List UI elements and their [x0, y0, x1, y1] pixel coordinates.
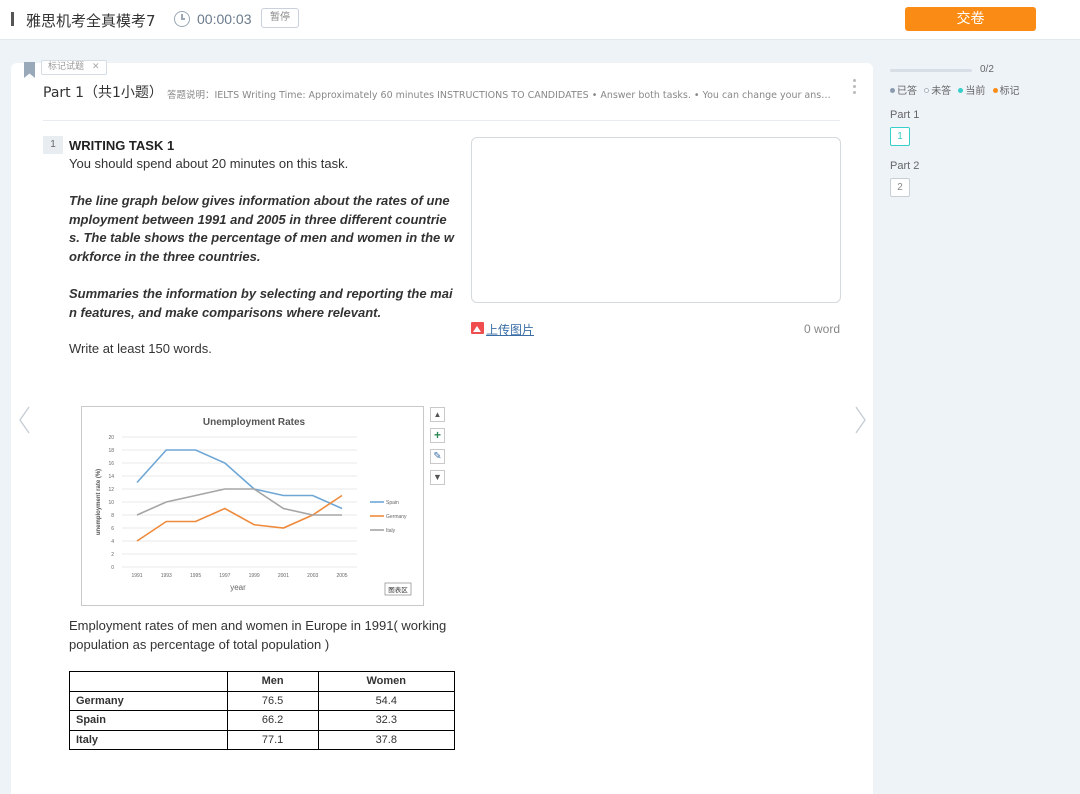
time-note: You should spend about 20 minutes on thi… [69, 156, 349, 171]
legend-label: Germany [386, 514, 407, 520]
table-row: Spain 66.2 32.3 [69, 710, 456, 731]
chart-title: Unemployment Rates [203, 417, 306, 428]
x-tick-label: 2005 [336, 573, 347, 579]
legend-label: Italy [386, 528, 396, 534]
y-tick-label: 12 [108, 487, 114, 493]
word-count: 0 word [803, 322, 840, 336]
question-number: 1 [43, 136, 63, 154]
table-cell-women: 37.8 [317, 729, 456, 750]
table-row: Italy 77.1 37.8 [69, 729, 456, 750]
legend-current-label: 当前 [965, 86, 986, 97]
marked-dot-icon [992, 88, 998, 93]
x-tick-label: 1993 [161, 573, 172, 579]
y-tick-label: 0 [111, 565, 114, 571]
chart-style-brush-icon[interactable]: ✎ [430, 449, 445, 464]
x-axis-label: year [230, 583, 246, 592]
table-cell-men: 77.1 [226, 729, 319, 750]
unanswered-dot-icon [924, 88, 930, 93]
prev-question-arrow[interactable] [17, 405, 33, 435]
legend-answered: 已答 [890, 86, 919, 97]
employment-table: Men Women Germany 76.5 54.4 Spain 66.2 3… [69, 671, 456, 750]
y-tick-label: 14 [108, 474, 114, 480]
y-tick-label: 18 [108, 448, 114, 454]
add-chart-element-icon[interactable]: + [430, 428, 445, 443]
task-title: WRITING TASK 1 [69, 138, 175, 153]
mark-question-label: 标记试题 [48, 62, 85, 72]
chart-filter-icon[interactable]: ▼ [430, 470, 445, 485]
legend-unanswered: 未答 [924, 86, 953, 97]
table-cell-men: 66.2 [226, 710, 319, 731]
answered-dot-icon [890, 88, 895, 93]
next-question-arrow[interactable] [852, 405, 868, 435]
question-nav-1[interactable]: 1 [890, 127, 910, 146]
table-header-row: Men Women [69, 671, 456, 692]
answer-textarea[interactable] [471, 137, 841, 303]
divider [43, 120, 840, 121]
upload-image-link[interactable]: 上传图片 [486, 321, 534, 338]
chart-svg: Unemployment Rates 0 2 4 6 8 10 12 14 16 18 20 1991 1… [96, 417, 412, 596]
legend-label: Spain [386, 500, 399, 506]
min-words-note: Write at least 150 words. [69, 341, 212, 356]
y-tick-label: 4 [111, 539, 114, 545]
title-marker [11, 12, 14, 26]
mark-question-tag[interactable]: 标记试题 ✕ [41, 60, 107, 75]
legend-current: 当前 [958, 86, 987, 97]
task-instruction: Summaries the information by selecting a… [69, 286, 453, 320]
table-header-cell: Women [317, 671, 456, 692]
table-cell-men: 76.5 [226, 690, 319, 711]
top-bar: 雅思机考全真模考7 00:00:03 暂停 交卷 [0, 0, 1080, 40]
clock-icon [174, 11, 190, 27]
series-line-spain [136, 449, 343, 510]
x-tick-label: 1997 [219, 573, 230, 579]
chart-area-label: 图表区 [388, 585, 408, 594]
progress-text: 0/2 [980, 64, 994, 75]
x-tick-label: 1999 [249, 573, 260, 579]
legend-answered-label: 已答 [897, 86, 917, 97]
sidebar-part-label: Part 2 [890, 160, 920, 172]
table-caption: Employment rates of men and women in Eur… [69, 618, 447, 652]
table-header-cell [69, 671, 228, 692]
more-options-icon[interactable] [853, 79, 857, 97]
sidebar-part-label: Part 1 [890, 109, 920, 121]
x-tick-label: 1991 [131, 573, 142, 579]
x-tick-label: 1995 [190, 573, 201, 579]
table-cell-country: Germany [69, 690, 228, 711]
y-tick-label: 10 [108, 500, 114, 506]
image-icon[interactable] [471, 322, 484, 334]
x-tick-label: 2001 [278, 573, 289, 579]
table-cell-women: 32.3 [317, 710, 456, 731]
close-icon[interactable]: ✕ [92, 62, 100, 72]
legend-unanswered-label: 未答 [931, 86, 952, 97]
y-tick-label: 6 [111, 526, 114, 532]
status-legend: 已答 未答 当前 标记 [890, 82, 1024, 97]
table-cell-country: Italy [69, 729, 228, 750]
y-tick-label: 2 [111, 552, 114, 558]
unemployment-chart[interactable]: Unemployment Rates 0 2 4 6 8 10 12 14 16 18 20 1991 1… [81, 406, 424, 606]
x-tick-label: 2003 [307, 573, 318, 579]
timer: 00:00:03 [197, 11, 252, 27]
task-prompt: The line graph below gives information a… [69, 193, 455, 264]
chevron-left-icon [19, 406, 30, 434]
table-cell-country: Spain [69, 710, 228, 731]
question-nav-2[interactable]: 2 [890, 178, 910, 197]
part-title: Part 1（共1小题） [43, 85, 163, 101]
part-instructions: 答题说明：IELTS Writing Time: Approximately 6… [167, 90, 831, 101]
table-row: Germany 76.5 54.4 [69, 690, 456, 711]
chevron-right-icon [855, 406, 866, 434]
progress-bar [890, 69, 972, 72]
submit-button[interactable]: 交卷 [905, 7, 1036, 31]
legend-marked: 标记 [992, 86, 1022, 97]
y-tick-label: 20 [108, 435, 114, 441]
table-header-cell: Men [226, 671, 319, 692]
current-dot-icon [958, 88, 964, 93]
exam-title: 雅思机考全真模考7 [26, 12, 156, 30]
legend-marked-label: 标记 [999, 86, 1020, 97]
chart-layout-icon[interactable]: ▲ [430, 407, 445, 422]
y-axis-label: unemployment rate (%) [96, 469, 102, 535]
table-cell-women: 54.4 [317, 690, 456, 711]
pause-button[interactable]: 暂停 [261, 8, 299, 28]
y-tick-label: 16 [108, 461, 114, 467]
y-tick-label: 8 [111, 513, 114, 519]
